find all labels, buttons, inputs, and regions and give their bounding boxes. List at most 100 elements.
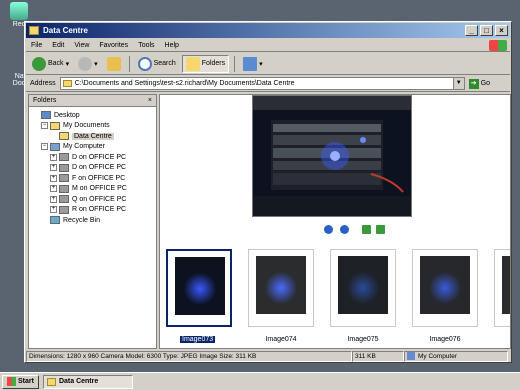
expand-icon[interactable]: + <box>50 174 57 182</box>
network-drive-icon <box>59 174 69 183</box>
tree-item-label: Desktop <box>54 111 80 119</box>
thumbnail-image <box>256 256 306 314</box>
close-button[interactable]: × <box>495 25 508 36</box>
desktop-icon <box>41 111 51 120</box>
tree-item-label: D on OFFICE PC <box>72 164 127 172</box>
thumbnail-view: Image073 Image074 Image075 Image076 Image0 <box>159 94 511 349</box>
tree-item[interactable]: Data Centre <box>29 131 156 142</box>
taskbar: Start Data Centre <box>0 372 520 390</box>
menu-tools[interactable]: Tools <box>133 42 159 49</box>
maximize-button[interactable]: □ <box>480 25 493 36</box>
start-label: Start <box>18 378 34 385</box>
expand-icon[interactable]: + <box>50 206 57 214</box>
expand-icon[interactable]: + <box>50 185 57 193</box>
menu-view[interactable]: View <box>69 42 94 49</box>
chevron-down-icon: ▾ <box>94 60 98 68</box>
tree-item[interactable]: − My Computer <box>29 142 156 153</box>
back-arrow-icon <box>32 56 46 71</box>
collapse-icon[interactable]: − <box>41 122 48 130</box>
tree-item[interactable]: + Q on OFFICE PC <box>29 194 156 205</box>
go-button[interactable]: ➔ Go <box>468 78 490 89</box>
search-button[interactable]: Search <box>135 55 179 73</box>
tree-item[interactable]: + D on OFFICE PC <box>29 152 156 163</box>
tree-item[interactable]: − My Documents <box>29 121 156 132</box>
network-drive-icon <box>59 184 69 193</box>
server-rack-photo <box>253 96 411 216</box>
close-icon[interactable]: × <box>148 97 152 104</box>
folders-pane-title: Folders <box>33 97 57 104</box>
address-label: Address <box>30 80 56 87</box>
rotate-clockwise-button[interactable] <box>362 225 371 234</box>
image-thumbnail[interactable] <box>248 249 314 327</box>
thumbnail-image <box>502 256 510 314</box>
image-thumbnail[interactable] <box>494 249 510 327</box>
chevron-down-icon[interactable]: ▼ <box>452 78 464 89</box>
folders-button[interactable]: Folders <box>181 54 230 73</box>
image-thumbnail[interactable] <box>412 249 478 327</box>
toolbar: Back ▾ ▾ Search Folders ▾ <box>26 53 510 75</box>
chevron-down-icon: ▾ <box>259 60 263 68</box>
status-zone: My Computer <box>404 350 508 362</box>
tree-item[interactable]: + R on OFFICE PC <box>29 205 156 216</box>
go-arrow-icon: ➔ <box>468 78 479 89</box>
expand-icon[interactable]: + <box>50 195 57 203</box>
search-icon <box>137 56 152 71</box>
tree-item[interactable]: + D on OFFICE PC <box>29 163 156 174</box>
address-value: C:\Documents and Settings\test-s2.richar… <box>74 80 295 87</box>
tree-item[interactable]: + M on OFFICE PC <box>29 184 156 195</box>
taskbar-item-data-centre[interactable]: Data Centre <box>42 374 133 389</box>
network-drive-icon <box>59 195 69 204</box>
address-input[interactable]: C:\Documents and Settings\test-s2.richar… <box>59 77 465 90</box>
folders-pane: Folders × Desktop − My Documents Data Centr… <box>28 94 157 349</box>
start-button[interactable]: Start <box>2 374 39 389</box>
back-button[interactable]: Back ▾ <box>29 55 72 73</box>
thumbnail-image <box>338 256 388 314</box>
expand-icon[interactable]: + <box>50 153 57 161</box>
image-thumbnail[interactable] <box>330 249 396 327</box>
recycle-bin-icon <box>50 216 60 225</box>
recycle-bin-icon <box>10 2 28 20</box>
minimize-button[interactable]: _ <box>465 25 478 36</box>
folders-label: Folders <box>201 60 226 67</box>
folder-icon <box>62 80 72 87</box>
title-bar[interactable]: Data Centre _ □ × <box>26 23 510 38</box>
back-label: Back <box>48 60 64 67</box>
thumbnail-label[interactable]: Image074 <box>248 336 314 343</box>
collapse-icon[interactable]: − <box>41 143 48 151</box>
search-label: Search <box>153 60 176 67</box>
network-drive-icon <box>59 205 69 214</box>
image-thumbnail[interactable] <box>166 249 232 327</box>
menu-help[interactable]: Help <box>160 42 184 49</box>
up-folder-button[interactable] <box>104 55 124 73</box>
tree-item[interactable]: Desktop <box>29 110 156 121</box>
menu-file[interactable]: File <box>26 42 47 49</box>
rotate-counterclockwise-button[interactable] <box>376 225 385 234</box>
tree-item[interactable]: + F on OFFICE PC <box>29 173 156 184</box>
thumbnail-label[interactable]: Image075 <box>330 336 396 343</box>
tree-item-label: Recycle Bin <box>63 216 100 224</box>
menu-bar: File Edit View Favorites Tools Help <box>26 39 510 52</box>
thumbnail-label[interactable]: Image076 <box>412 336 478 343</box>
folders-icon <box>185 56 200 71</box>
expand-icon[interactable]: + <box>50 164 57 172</box>
up-folder-icon <box>106 56 121 71</box>
tree-item-label: Q on OFFICE PC <box>72 195 127 203</box>
explorer-window: Data Centre _ □ × File Edit View Favorit… <box>24 21 512 363</box>
computer-icon <box>50 142 60 151</box>
previous-image-button[interactable] <box>324 225 333 234</box>
folder-icon <box>46 377 56 386</box>
menu-edit[interactable]: Edit <box>47 42 69 49</box>
tree-item[interactable]: Recycle Bin <box>29 215 156 226</box>
forward-button[interactable]: ▾ <box>75 55 101 73</box>
chevron-down-icon: ▾ <box>65 60 70 68</box>
image-preview[interactable] <box>252 95 412 217</box>
views-button[interactable]: ▾ <box>240 55 266 73</box>
thumbnail-label[interactable]: Image0 <box>494 336 510 343</box>
folder-tree: Desktop − My Documents Data Centre − My Compu… <box>29 107 156 226</box>
menu-favorites[interactable]: Favorites <box>94 42 133 49</box>
network-drive-icon <box>59 153 69 162</box>
next-image-button[interactable] <box>340 225 349 234</box>
tree-item-label: D on OFFICE PC <box>72 153 127 161</box>
address-bar: Address C:\Documents and Settings\test-s… <box>26 76 510 92</box>
thumbnail-label[interactable]: Image073 <box>180 336 216 343</box>
